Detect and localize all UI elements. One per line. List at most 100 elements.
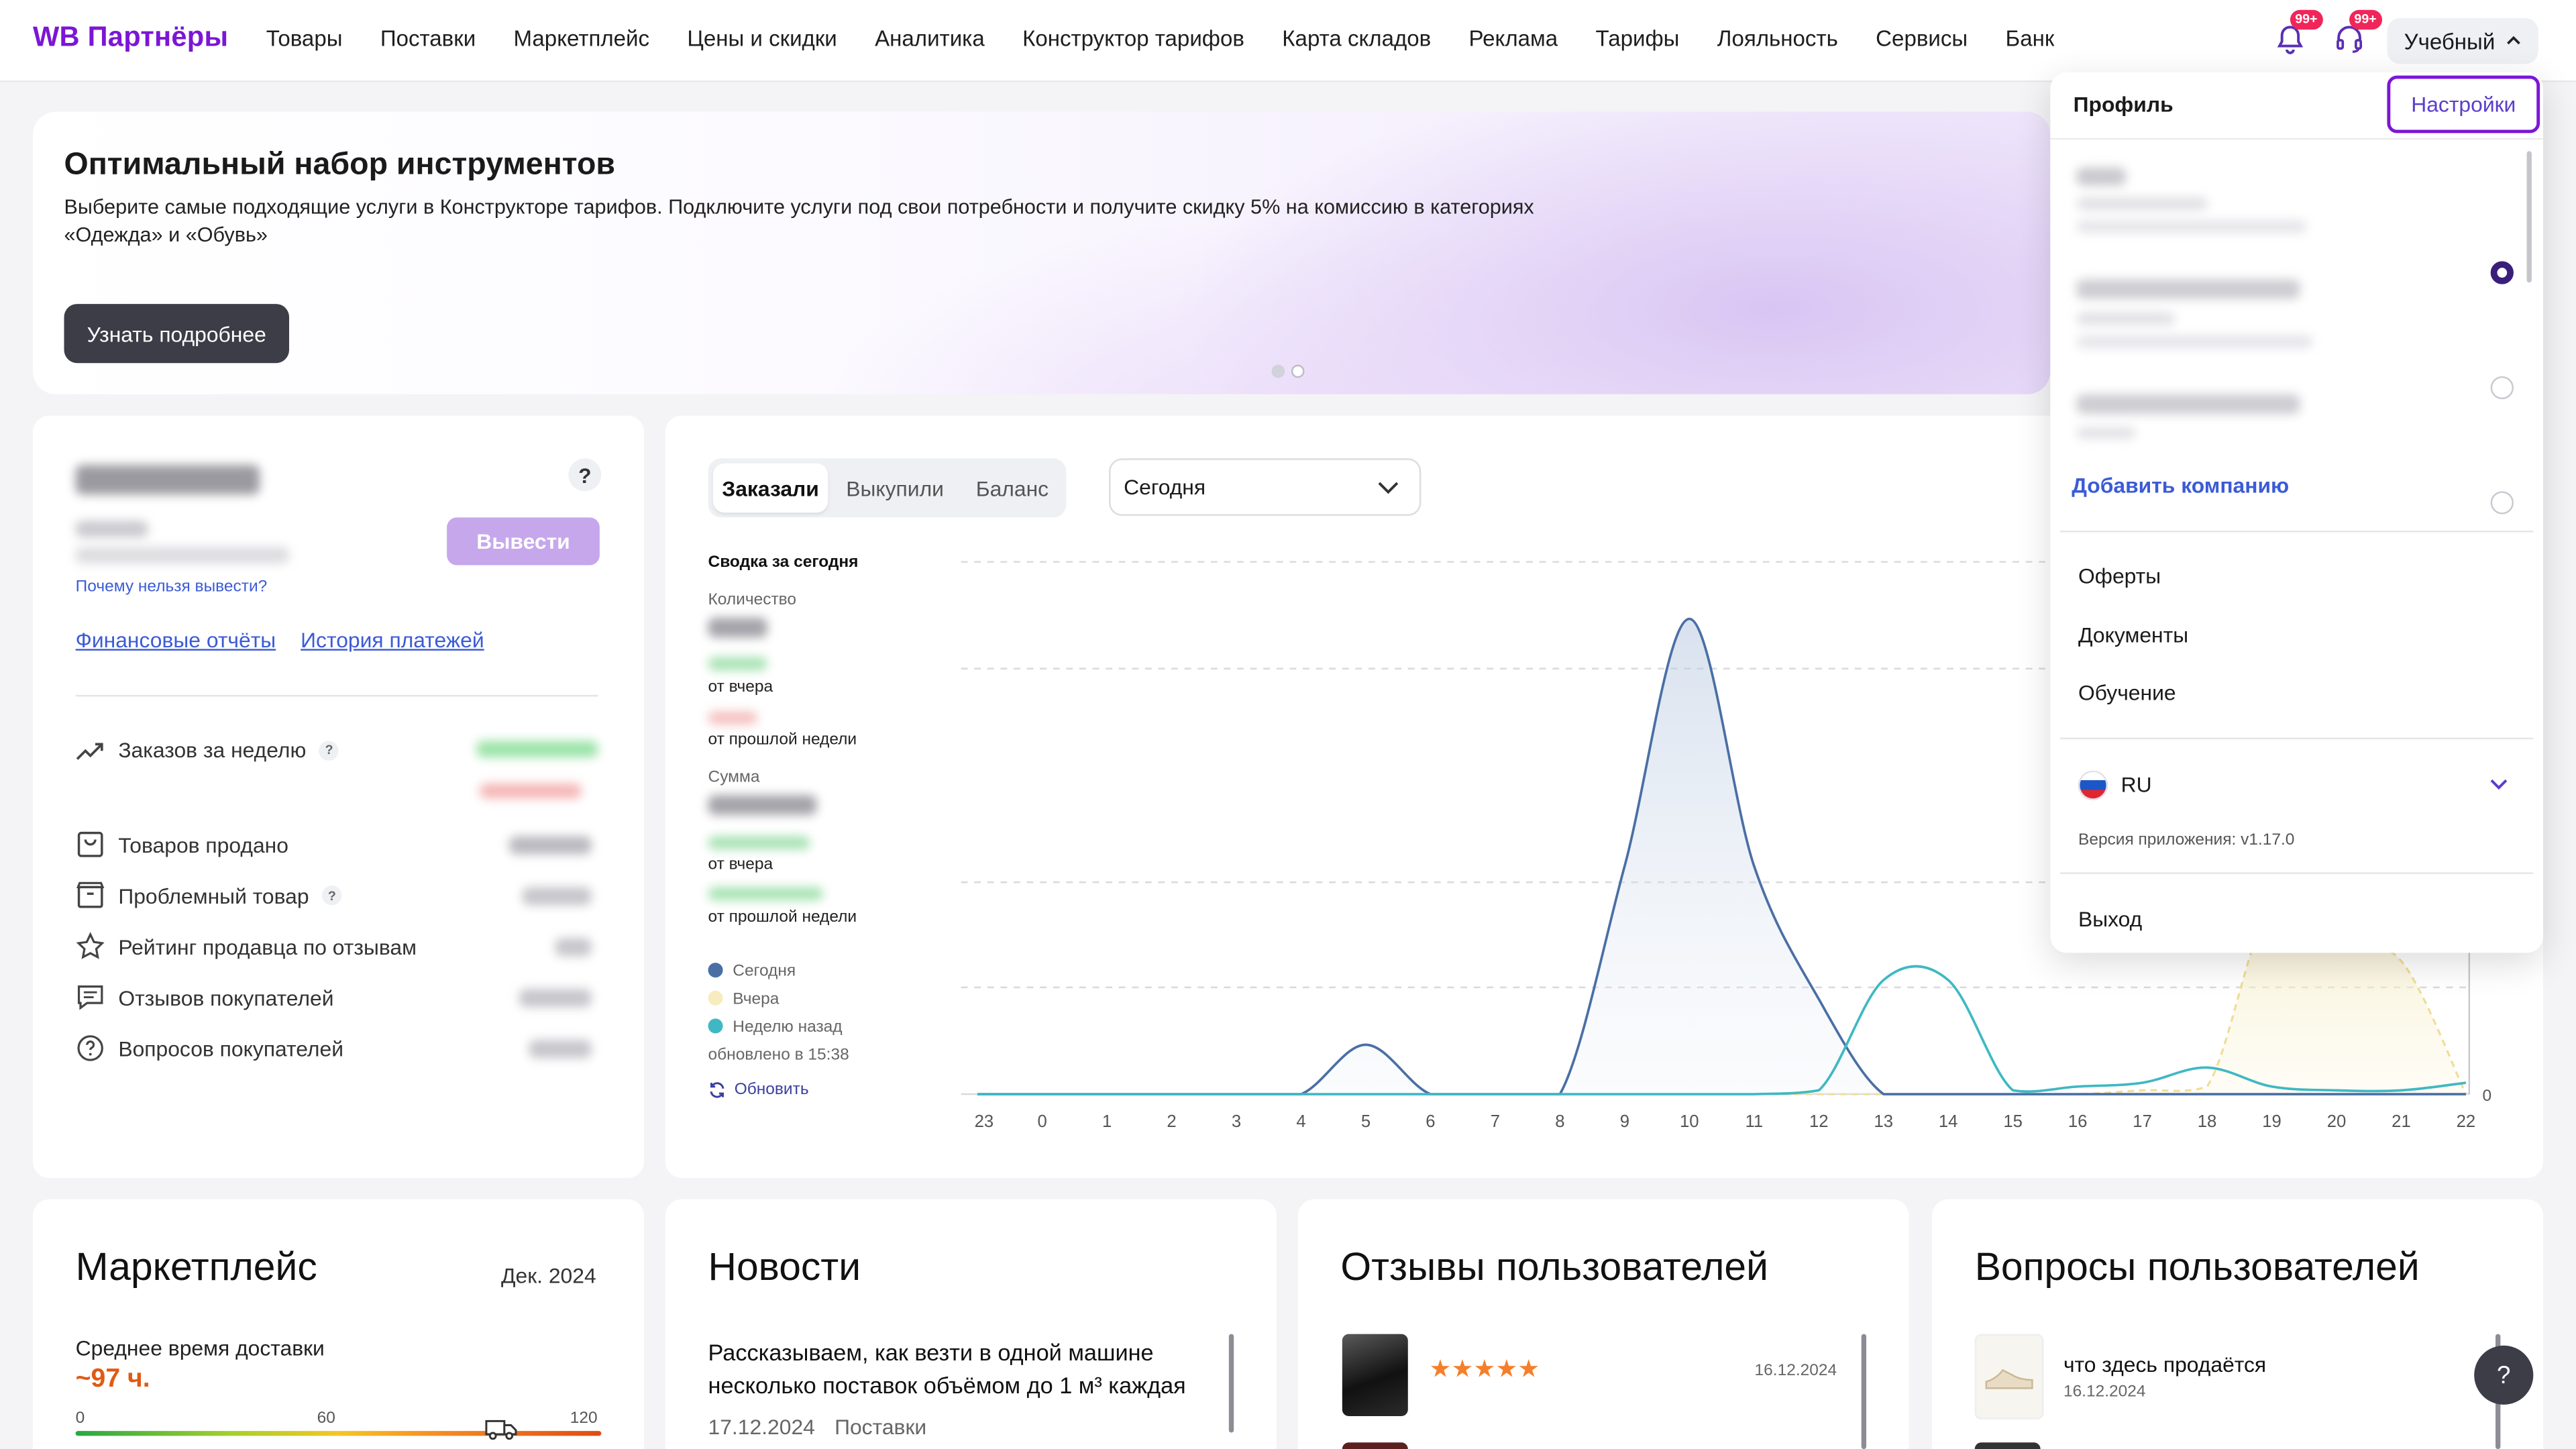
nav-item-marketplace[interactable]: Маркетплейс [514,26,650,51]
nav-item-tariff-builder[interactable]: Конструктор тарифов [1022,26,1244,51]
divider [2060,531,2534,533]
nav-item-ads[interactable]: Реклама [1469,26,1558,51]
why-cant-withdraw-link[interactable]: Почему нельзя вывести? [76,578,268,596]
company-list-scrollbar[interactable] [2526,151,2532,283]
stat-label: Вопросов покупателей [118,1036,344,1061]
question-product-image[interactable] [1974,1334,2044,1419]
finance-card: ? Вывести Почему нельзя вывести? Финансо… [32,415,645,1178]
learn-more-button[interactable]: Узнать подробнее [64,304,290,364]
language-code: RU [2121,772,2152,797]
star-icon: ★ [1473,1355,1496,1384]
question-text[interactable]: что здесь продаётся [2063,1352,2266,1377]
reviews-scrollbar[interactable] [1861,1334,1867,1449]
review-product-image[interactable] [1342,1334,1408,1417]
news-headline[interactable]: Рассказываем, как везти в одной машине н… [708,1336,1231,1401]
carousel-dot[interactable] [1291,364,1305,378]
nav-item-products[interactable]: Товары [266,26,343,51]
profile-title: Профиль [2073,92,2174,117]
news-date: 17.12.2024 [708,1414,815,1440]
divider [2060,737,2534,740]
company-radio[interactable] [2490,491,2514,515]
company-details [2076,312,2176,325]
menu-item-documents[interactable]: Документы [2078,623,2188,647]
news-scrollbar[interactable] [1228,1334,1234,1433]
stat-label: Товаров продано [118,832,288,857]
main-nav: Товары Поставки Маркетплейс Цены и скидк… [266,26,2092,51]
add-company-link[interactable]: Добавить компанию [2072,473,2289,498]
account-switcher-button[interactable]: Учебный [2387,17,2538,64]
stat-value [519,989,592,1008]
notifications-bell-icon[interactable]: 99+ [2273,9,2322,56]
support-headset-icon[interactable]: 99+ [2333,9,2382,56]
x-tick-label: 7 [1491,1112,1500,1131]
company-radio-selected[interactable] [2490,261,2514,284]
help-icon[interactable]: ? [568,458,602,492]
banner-title: Оптимальный набор инструментов [64,148,615,182]
menu-item-offers[interactable]: Оферты [2078,564,2161,588]
nav-item-loyalty[interactable]: Лояльность [1717,26,1838,51]
nav-item-analytics[interactable]: Аналитика [875,26,985,51]
carousel-dot[interactable] [1271,364,1285,378]
nav-item-prices[interactable]: Цены и скидки [687,26,837,51]
company-name [2076,279,2300,299]
truck-icon [485,1419,517,1440]
x-tick-label: 2 [1167,1112,1176,1131]
marketplace-card: Маркетплейс Дек. 2024 Среднее время дост… [32,1199,645,1449]
balance-amount [75,465,260,495]
question-date: 16.12.2024 [2063,1383,2146,1401]
question-product-image-2[interactable] [1974,1442,2041,1449]
x-tick-label: 11 [1745,1112,1763,1131]
help-icon[interactable]: ? [322,885,342,906]
top-bar: WB Партнёры Товары Поставки Маркетплейс … [0,0,2576,83]
notifications-badge: 99+ [2290,9,2322,30]
box-icon [76,881,105,908]
stat-value [555,938,592,957]
dropdown-header: Профиль Настройки [2050,72,2544,140]
company-details [2076,335,2314,349]
stat-value [529,1040,592,1059]
financial-reports-link[interactable]: Финансовые отчёты [76,628,276,653]
brand-logo[interactable]: WB Партнёры [33,21,228,54]
x-tick-label: 18 [2198,1112,2217,1131]
nav-item-supplies[interactable]: Поставки [380,26,476,51]
x-tick-label: 5 [1361,1112,1371,1131]
review-product-image-2[interactable] [1342,1442,1408,1449]
x-tick-label: 8 [1555,1112,1564,1131]
star-icon: ★ [1429,1355,1452,1384]
nav-item-bank[interactable]: Банк [2006,26,2055,51]
help-chat-button[interactable]: ? [2474,1345,2534,1405]
news-title: Новости [708,1245,861,1290]
news-card: Новости Рассказываем, как везти в одной … [665,1199,1277,1449]
stat-label: Заказов за неделю [118,737,307,763]
delivery-time-label: Среднее время доставки [75,1336,325,1360]
nav-item-tariffs[interactable]: Тарифы [1596,26,1680,51]
help-icon[interactable]: ? [319,740,339,760]
x-tick-label: 20 [2327,1112,2347,1131]
withdraw-button[interactable]: Вывести [447,517,600,566]
nav-item-services[interactable]: Сервисы [1876,26,1968,51]
stat-sold-items: Товаров продано [76,830,288,859]
delivery-time-value: ~97 ч. [75,1365,150,1393]
company-radio[interactable] [2490,376,2514,400]
stat-customer-questions: Вопросов покупателей [76,1033,343,1063]
x-tick-label: 15 [2003,1112,2023,1131]
news-tag[interactable]: Поставки [835,1415,926,1440]
questions-title: Вопросы пользователей [1974,1245,2420,1290]
x-tick-label: 10 [1680,1112,1699,1131]
x-tick-label: 4 [1296,1112,1305,1131]
reviews-title: Отзывы пользователей [1340,1245,1768,1290]
app-version: Версия приложения: v1.17.0 [2078,831,2295,850]
stat-customer-reviews: Отзывов покупателей [76,983,334,1012]
x-tick-label: 23 [975,1112,994,1131]
review-date: 16.12.2024 [1754,1362,1837,1381]
chevron-down-icon [2490,779,2508,790]
payment-history-link[interactable]: История платежей [301,628,484,653]
language-select[interactable]: RU [2078,770,2532,800]
logout-button[interactable]: Выход [2078,907,2142,932]
settings-button[interactable]: Настройки [2387,75,2540,133]
marketplace-title: Маркетплейс [75,1245,317,1290]
stat-label: Отзывов покупателей [118,985,334,1010]
stat-value [509,836,592,855]
nav-item-warehouse-map[interactable]: Карта складов [1282,26,1431,51]
menu-item-training[interactable]: Обучение [2078,680,2176,705]
